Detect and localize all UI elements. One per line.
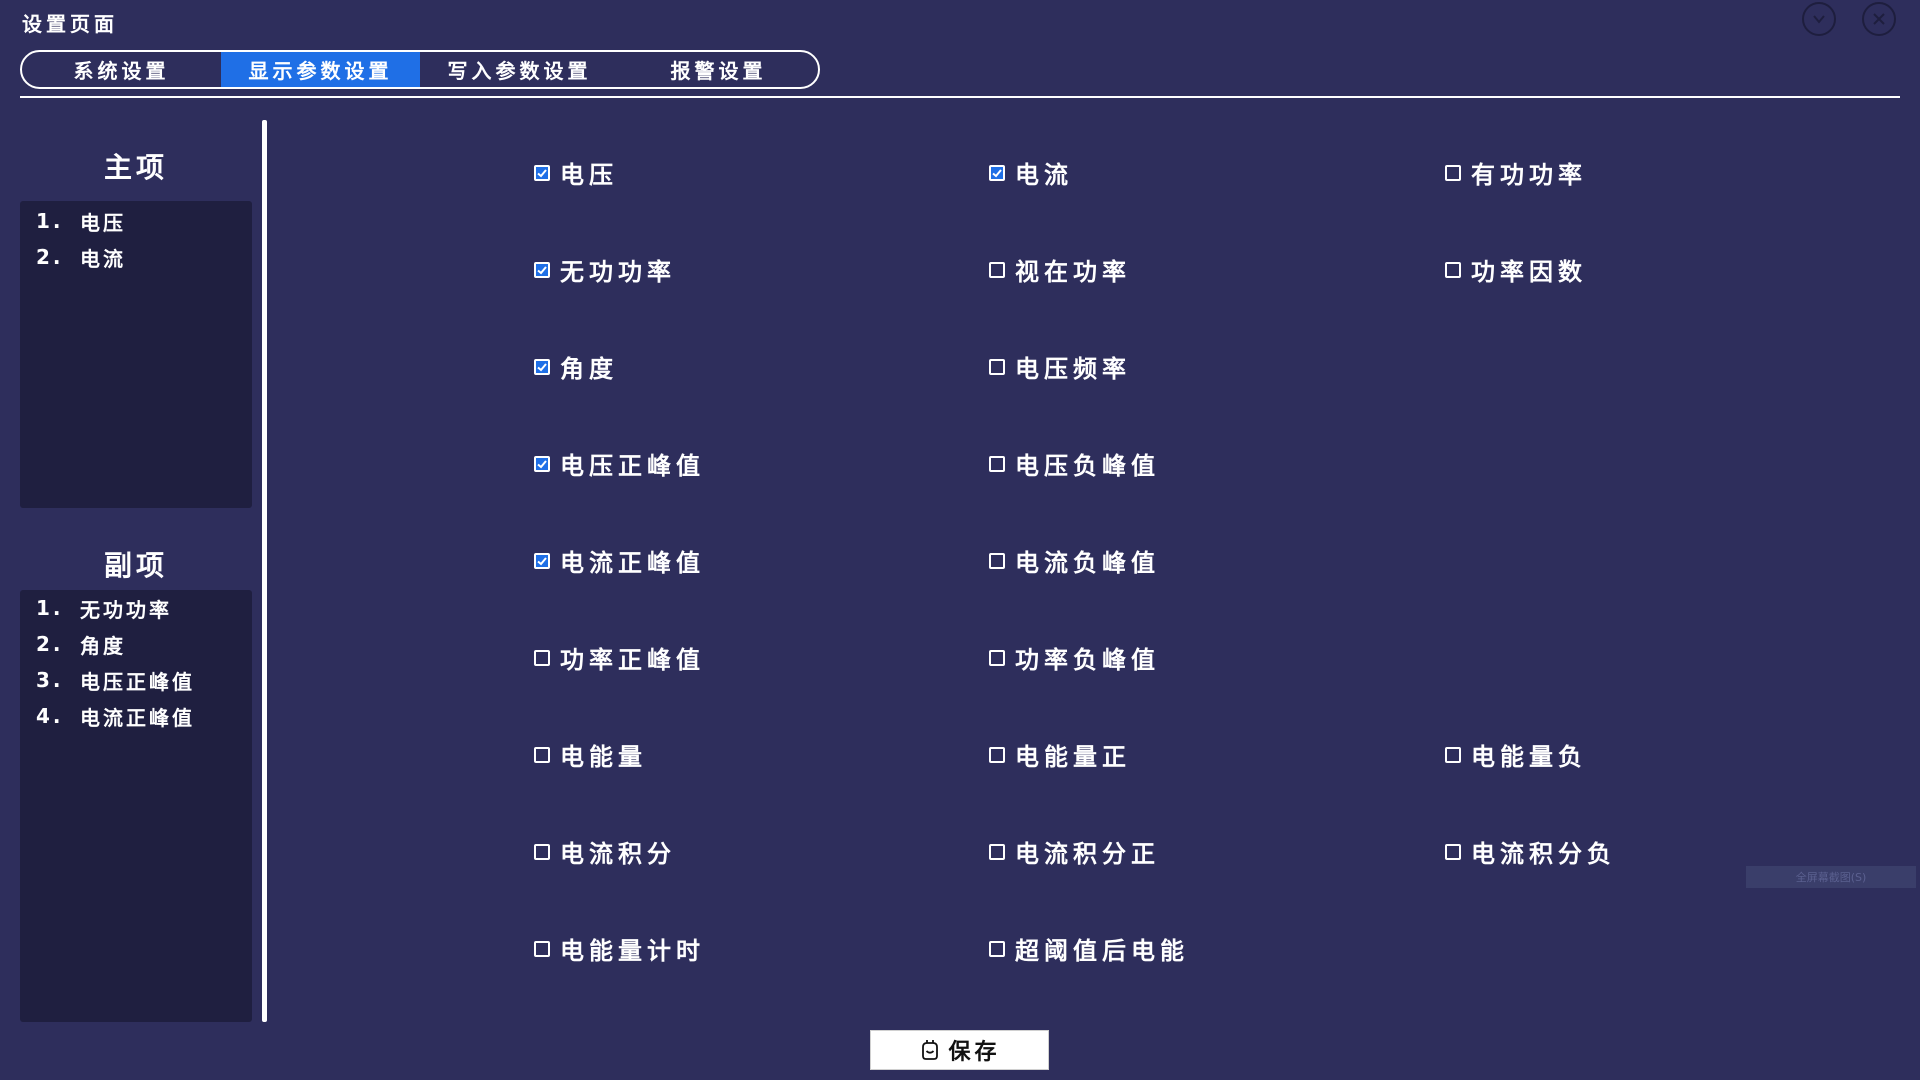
- header-divider: [20, 96, 1900, 98]
- option-current-integral-negative[interactable]: 电流积分负: [1445, 834, 1616, 869]
- tab-write-params[interactable]: 写入参数设置: [420, 52, 619, 87]
- checkbox[interactable]: [989, 261, 1005, 278]
- option-energy[interactable]: 电能量: [534, 737, 647, 772]
- checkbox[interactable]: [534, 843, 550, 860]
- minimize-button[interactable]: [1802, 2, 1836, 36]
- option-current-integral[interactable]: 电流积分: [534, 834, 676, 869]
- chevron-down-icon: [1813, 15, 1825, 24]
- save-button[interactable]: 保存: [870, 1030, 1049, 1070]
- save-icon: [922, 1040, 939, 1060]
- option-energy-after-threshold[interactable]: 超阈值后电能: [989, 931, 1189, 966]
- checkbox[interactable]: [989, 843, 1005, 860]
- option-current-integral-positive[interactable]: 电流积分正: [989, 834, 1160, 869]
- option-active-power[interactable]: 有功功率: [1445, 155, 1587, 190]
- option-voltage-positive-peak[interactable]: 电压正峰值: [534, 446, 705, 481]
- tab-system-settings[interactable]: 系统设置: [22, 52, 221, 87]
- tab-alarm-settings[interactable]: 报警设置: [619, 52, 818, 87]
- settings-window: 设置页面 系统设置 显示参数设置 写入参数设置 报警设置 主项 1. 电压 2.…: [0, 0, 1920, 1080]
- check-icon: [992, 168, 1002, 177]
- option-reactive-power[interactable]: 无功功率: [534, 252, 676, 287]
- checkbox[interactable]: [989, 164, 1005, 181]
- option-power-negative-peak[interactable]: 功率负峰值: [989, 640, 1160, 675]
- option-current-positive-peak[interactable]: 电流正峰值: [534, 543, 705, 578]
- option-energy-timing[interactable]: 电能量计时: [534, 931, 705, 966]
- option-power-positive-peak[interactable]: 功率正峰值: [534, 640, 705, 675]
- checkbox[interactable]: [989, 358, 1005, 375]
- option-angle[interactable]: 角度: [534, 349, 618, 384]
- checkbox[interactable]: [534, 746, 550, 763]
- main-item[interactable]: 1. 电压: [20, 203, 252, 239]
- check-icon: [537, 459, 547, 468]
- option-current-negative-peak[interactable]: 电流负峰值: [989, 543, 1160, 578]
- option-power-factor[interactable]: 功率因数: [1445, 252, 1587, 287]
- save-button-label: 保存: [948, 1040, 1001, 1065]
- checkbox[interactable]: [534, 261, 550, 278]
- option-voltage-frequency[interactable]: 电压频率: [989, 349, 1131, 384]
- secondary-item[interactable]: 4. 电流正峰值: [20, 698, 252, 734]
- checkbox[interactable]: [989, 940, 1005, 957]
- option-current[interactable]: 电流: [989, 155, 1073, 190]
- sidebar-scrollbar[interactable]: [262, 120, 267, 1022]
- checkbox[interactable]: [989, 746, 1005, 763]
- secondary-item[interactable]: 1. 无功功率: [20, 590, 252, 626]
- window-title: 设置页面: [22, 12, 118, 36]
- checkbox[interactable]: [1445, 746, 1461, 763]
- tab-bar: 系统设置 显示参数设置 写入参数设置 报警设置: [20, 50, 820, 89]
- checkbox[interactable]: [534, 164, 550, 181]
- checkbox[interactable]: [534, 455, 550, 472]
- close-icon: [1873, 13, 1885, 25]
- screenshot-hint: 全屏幕截图(S): [1746, 866, 1916, 888]
- checkbox[interactable]: [1445, 164, 1461, 181]
- checkbox[interactable]: [1445, 843, 1461, 860]
- option-energy-positive[interactable]: 电能量正: [989, 737, 1131, 772]
- checkbox[interactable]: [534, 649, 550, 666]
- tab-display-params[interactable]: 显示参数设置: [221, 52, 420, 87]
- checkbox[interactable]: [534, 358, 550, 375]
- option-energy-negative[interactable]: 电能量负: [1445, 737, 1587, 772]
- checkbox[interactable]: [989, 552, 1005, 569]
- check-icon: [537, 556, 547, 565]
- option-voltage-negative-peak[interactable]: 电压负峰值: [989, 446, 1160, 481]
- checkbox[interactable]: [989, 455, 1005, 472]
- check-icon: [537, 168, 547, 177]
- close-button[interactable]: [1862, 2, 1896, 36]
- check-icon: [537, 265, 547, 274]
- secondary-item[interactable]: 2. 角度: [20, 626, 252, 662]
- check-icon: [537, 362, 547, 371]
- checkbox[interactable]: [534, 940, 550, 957]
- secondary-item[interactable]: 3. 电压正峰值: [20, 662, 252, 698]
- secondary-items-title: 副项: [103, 549, 168, 582]
- option-apparent-power[interactable]: 视在功率: [989, 252, 1131, 287]
- main-items-panel: 1. 电压 2. 电流: [20, 201, 252, 508]
- main-item[interactable]: 2. 电流: [20, 239, 252, 275]
- checkbox[interactable]: [1445, 261, 1461, 278]
- checkbox[interactable]: [534, 552, 550, 569]
- checkbox[interactable]: [989, 649, 1005, 666]
- main-items-title: 主项: [103, 151, 168, 184]
- option-voltage[interactable]: 电压: [534, 155, 618, 190]
- secondary-items-panel: 1. 无功功率 2. 角度 3. 电压正峰值 4. 电流正峰值: [20, 590, 252, 1022]
